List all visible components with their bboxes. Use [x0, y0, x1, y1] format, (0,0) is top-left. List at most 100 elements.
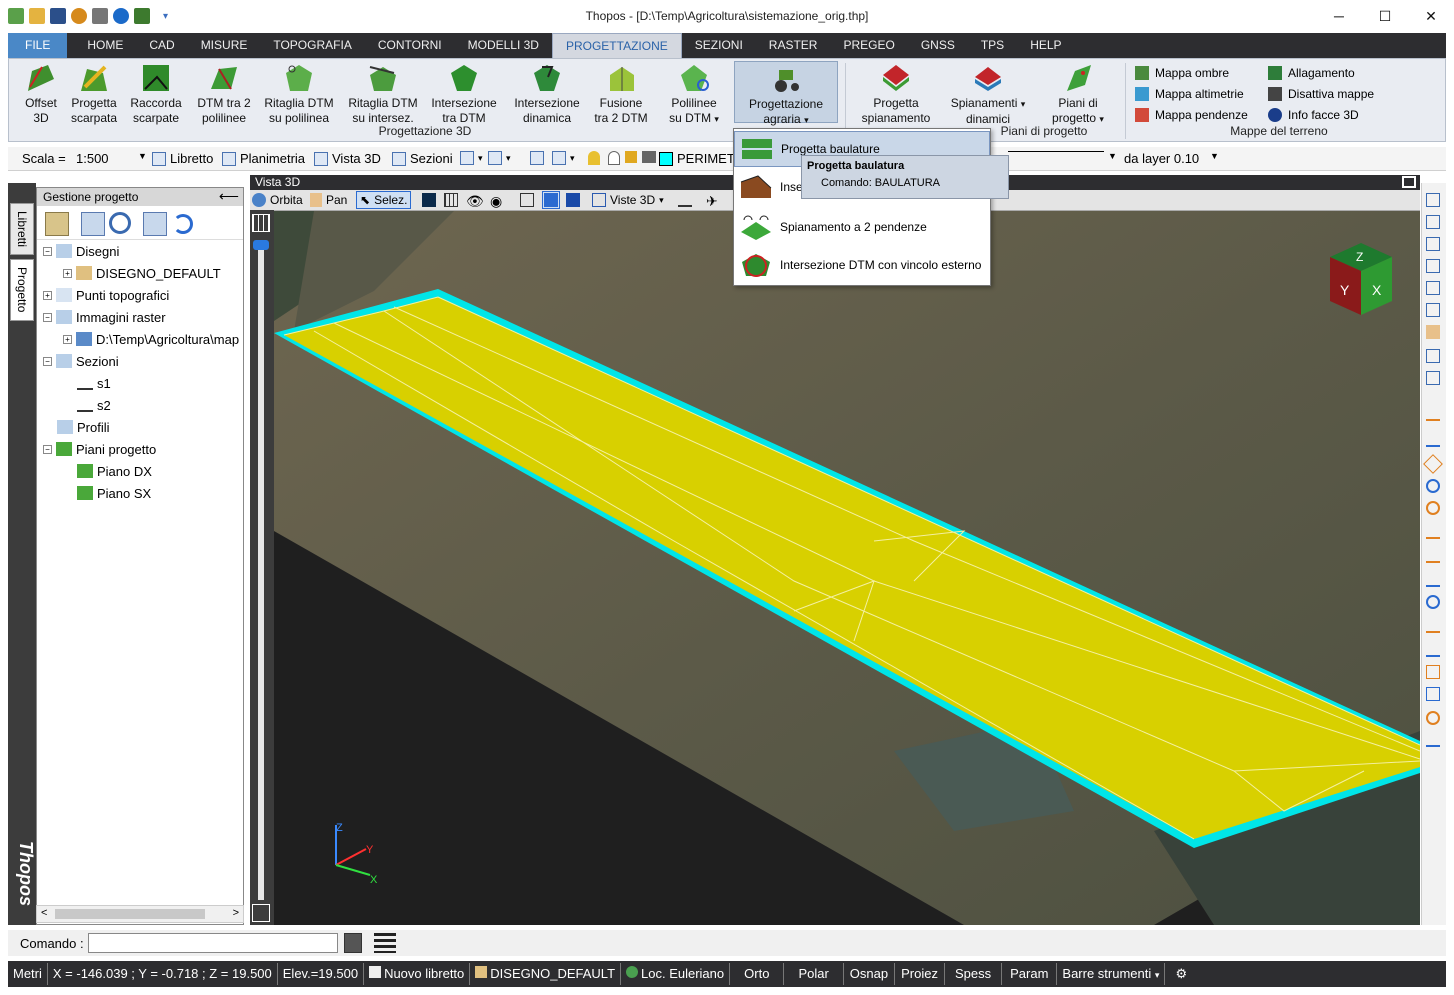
layer-state-button[interactable]: ▾ [552, 151, 575, 165]
libretto-button[interactable]: Libretto [152, 151, 213, 166]
slider-thumb[interactable] [253, 240, 269, 250]
refresh-all-icon[interactable] [143, 212, 167, 236]
calculator-icon[interactable] [344, 933, 362, 953]
layer-visible-toggle[interactable] [608, 151, 620, 165]
osnap-toggle[interactable]: Osnap [844, 963, 896, 985]
mappa-pendenze-button[interactable]: Mappa pendenze [1135, 108, 1248, 122]
selez-button[interactable]: ⬉ Selez. [356, 191, 412, 209]
command-list-icon[interactable] [374, 933, 396, 953]
intersezione-tra-dtm-button[interactable]: Intersezione tra DTM [429, 61, 499, 126]
shaded-button[interactable] [542, 191, 560, 209]
elevation-status[interactable]: Elev.=19.500 [278, 963, 365, 985]
tree-item[interactable]: + D:\Temp\Agricoltura\map [63, 328, 239, 350]
tree-item[interactable]: s2 [77, 394, 111, 416]
command-input[interactable] [88, 933, 338, 953]
tab-help[interactable]: HELP [1017, 33, 1074, 58]
spianamento-2-pendenze-item[interactable]: Spianamento a 2 pendenze [734, 209, 990, 245]
tree-item[interactable]: − Immagini raster [43, 306, 166, 328]
zoom-in-icon[interactable] [1426, 281, 1440, 295]
tree-item[interactable]: Profili [57, 416, 110, 438]
hide-button[interactable]: ◉ [490, 193, 502, 210]
background-button[interactable] [422, 193, 436, 207]
expander[interactable]: − [43, 444, 52, 454]
piani-di-progetto-button[interactable]: Piani di progetto ▾ [1043, 61, 1113, 127]
layout-rows-button[interactable]: ▾ [488, 151, 511, 165]
layer-lock-toggle[interactable] [625, 151, 637, 163]
close-button[interactable]: ✕ [1408, 0, 1454, 32]
snap-face-icon[interactable] [1426, 687, 1440, 701]
snap-perpendicular-icon[interactable] [1426, 573, 1440, 587]
tab-cad[interactable]: CAD [136, 33, 187, 58]
snap-parallel-icon[interactable] [1426, 643, 1440, 657]
pan-button[interactable]: Pan [310, 193, 347, 207]
tab-libretti[interactable]: Libretti [10, 203, 34, 255]
layers-button[interactable] [530, 151, 544, 165]
maximize-view-icon[interactable] [1402, 176, 1416, 188]
tree-item[interactable]: − Sezioni [43, 350, 119, 372]
snap-clear-icon[interactable] [1426, 733, 1440, 747]
snap-tangent-icon[interactable] [1426, 595, 1440, 609]
spess-toggle[interactable]: Spess [945, 963, 1003, 985]
polilinee-su-dtm-button[interactable]: Polilinee su DTM ▾ [661, 61, 727, 127]
zoom-previous-icon[interactable] [1426, 259, 1440, 273]
snap-quadrant-icon[interactable] [1426, 501, 1440, 515]
tree-item[interactable]: + Punti topografici [43, 284, 169, 306]
zoom-window-icon[interactable] [1426, 193, 1440, 207]
progetta-scarpata-button[interactable]: Progetta scarpata [69, 61, 119, 126]
expander[interactable]: − [43, 312, 52, 322]
grid-button[interactable] [444, 193, 458, 207]
disattiva-mappe-button[interactable]: Disattiva mappe [1268, 87, 1374, 101]
snap-intersection-icon[interactable] [1426, 525, 1440, 539]
barre-strumenti-menu[interactable]: Barre strumenti ▾ [1057, 963, 1166, 985]
linetype-dropdown-arrow[interactable]: ▼ [1108, 151, 1117, 161]
intersezione-dinamica-button[interactable]: Intersezione dinamica [511, 61, 583, 126]
select-icon[interactable] [81, 212, 105, 236]
nuovo-libretto-status[interactable]: Nuovo libretto [364, 963, 471, 985]
expander[interactable]: − [43, 246, 52, 256]
zoom-out-icon[interactable] [1426, 303, 1440, 317]
tab-raster[interactable]: RASTER [756, 33, 831, 58]
section-bottom-icon[interactable] [252, 904, 270, 922]
allagamento-button[interactable]: Allagamento [1268, 66, 1355, 80]
tab-progettazione[interactable]: PROGETTAZIONE [551, 33, 682, 58]
minimize-button[interactable]: ─ [1316, 0, 1362, 32]
tab-pregeo[interactable]: PREGEO [830, 33, 907, 58]
slider-track[interactable] [258, 240, 264, 900]
planimetria-button[interactable]: Planimetria [222, 151, 305, 166]
raccorda-scarpate-button[interactable]: Raccorda scarpate [125, 61, 187, 126]
spianamenti-dinamici-button[interactable]: Spianamenti ▾ dinamici [943, 61, 1033, 127]
lineweight-select[interactable]: da layer 0.10 [1124, 151, 1199, 166]
expander[interactable]: + [43, 290, 52, 300]
drawing-status[interactable]: DISEGNO_DEFAULT [470, 963, 622, 985]
offset-3d-button[interactable]: Offset 3D [13, 61, 69, 126]
mappa-altimetrie-button[interactable]: Mappa altimetrie [1135, 87, 1244, 101]
tab-modelli-3d[interactable]: MODELLI 3D [455, 33, 552, 58]
orbita-button[interactable]: Orbita [252, 193, 303, 207]
proiez-toggle[interactable]: Proiez [895, 963, 945, 985]
tab-file[interactable]: FILE [8, 33, 68, 58]
wireframe-button[interactable] [520, 193, 534, 207]
polar-toggle[interactable]: Polar [784, 963, 844, 985]
progettazione-agraria-button[interactable]: Progettazione agraria ▾ [734, 61, 838, 126]
linetype-select[interactable] [1008, 151, 1104, 152]
solid-button[interactable] [566, 193, 580, 207]
layer-print-toggle[interactable] [642, 151, 656, 163]
refresh-icon[interactable] [173, 214, 193, 234]
tab-tps[interactable]: TPS [968, 33, 1017, 58]
ritaglia-dtm-polilinea-button[interactable]: Ritaglia DTM su polilinea [261, 61, 337, 126]
tree-item[interactable]: − Disegni [43, 240, 119, 262]
scroll-right-icon[interactable]: > [233, 907, 239, 919]
expander[interactable]: − [43, 356, 52, 366]
visibility-button[interactable]: 👁 [466, 193, 484, 210]
info-facce-3d-button[interactable]: Info facce 3D [1268, 108, 1359, 122]
snap-nearest-icon[interactable] [1426, 619, 1440, 633]
scala-select[interactable]: 1:500 [76, 151, 146, 166]
zoom-extents-icon[interactable] [1426, 215, 1440, 229]
3d-viewport[interactable]: Z Y X Z Y X [274, 211, 1420, 925]
tab-sezioni[interactable]: SEZIONI [682, 33, 756, 58]
tree-item[interactable]: + DISEGNO_DEFAULT [63, 262, 221, 284]
dtm-tra-2-polilinee-button[interactable]: DTM tra 2 polilinee [193, 61, 255, 126]
viste-3d-button[interactable]: Viste 3D ▾ [592, 193, 664, 207]
param-toggle[interactable]: Param [1002, 963, 1058, 985]
tab-misure[interactable]: MISURE [188, 33, 261, 58]
